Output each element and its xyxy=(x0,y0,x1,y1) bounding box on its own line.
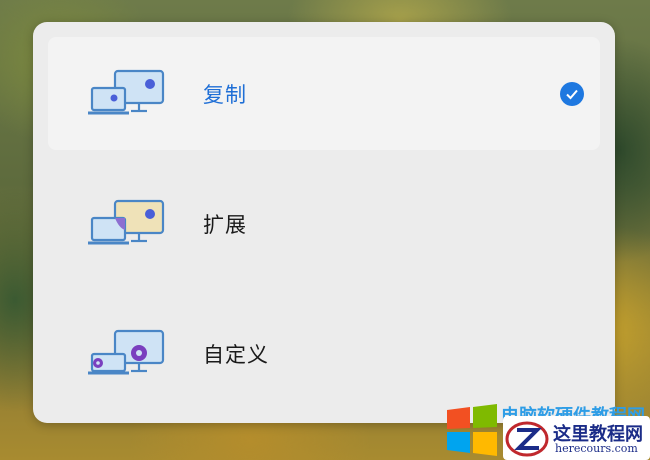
windows-logo-icon xyxy=(447,404,497,456)
watermark-badge: 这里教程网 herecours.com xyxy=(503,416,650,460)
extend-display-icon xyxy=(88,199,165,244)
duplicate-display-icon xyxy=(88,69,165,114)
site-logo-icon xyxy=(505,421,549,457)
option-label-duplicate: 复制 xyxy=(203,82,247,107)
watermark-site-en: herecours.com xyxy=(555,442,638,455)
option-custom[interactable]: 自定义 xyxy=(48,297,600,410)
checkmark-icon xyxy=(560,81,584,106)
option-label-extend: 扩展 xyxy=(203,212,247,237)
option-extend[interactable]: 扩展 xyxy=(48,167,600,280)
custom-display-icon xyxy=(88,329,165,374)
option-duplicate[interactable]: 复制 xyxy=(48,37,600,150)
option-label-custom: 自定义 xyxy=(203,342,269,367)
watermark: 电脑软硬件教程网 这里教程网 herecours.com xyxy=(445,402,650,460)
display-mode-panel: 复制 扩展 自定义 xyxy=(33,22,615,423)
